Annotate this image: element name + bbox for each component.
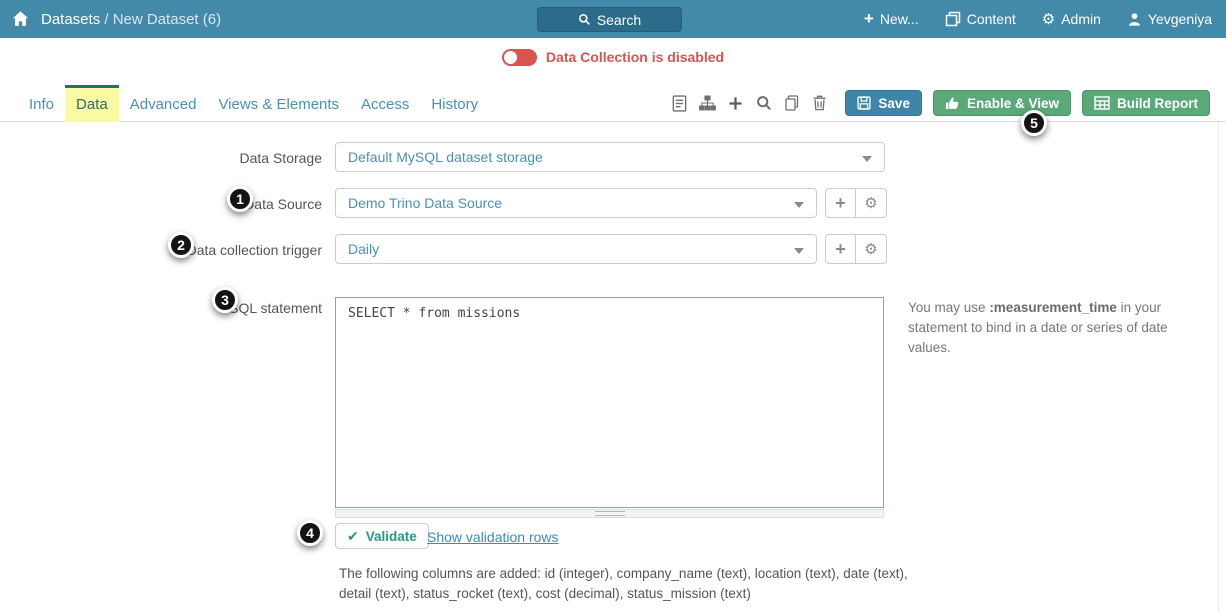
data-collection-status: Data Collection is disabled [546,49,724,65]
add-icon[interactable] [727,95,744,112]
breadcrumb-current: / New Dataset (6) [100,11,221,28]
save-label: Save [878,96,910,111]
breadcrumb[interactable]: Datasets / New Dataset (6) [41,11,221,28]
validate-button[interactable]: ✔ Validate [335,523,429,549]
hint-token: :measurement_time [989,300,1117,315]
scroll-edge [1218,122,1219,612]
sitemap-icon[interactable] [699,95,716,112]
new-label: New... [880,11,919,27]
build-report-label: Build Report [1117,96,1198,111]
sql-label: SQL statement [80,300,322,316]
trigger-label: Data collection trigger [80,242,322,258]
trigger-select[interactable]: Daily [335,234,817,264]
breadcrumb-section[interactable]: Datasets [41,11,100,28]
zoom-icon[interactable] [755,95,772,112]
plus-icon: + [864,12,874,26]
data-source-value: Demo Trino Data Source [348,195,502,211]
tab-access[interactable]: Access [350,86,420,122]
tab-info[interactable]: Info [18,86,65,122]
data-storage-select[interactable]: Default MySQL dataset storage [335,142,885,172]
new-menu[interactable]: + New... [864,11,919,27]
configure-trigger-button[interactable]: ⚙ [856,234,887,264]
content-menu[interactable]: Content [945,11,1016,27]
sql-statement-input[interactable]: SELECT * from missions [335,297,884,508]
gear-icon: ⚙ [864,242,877,257]
chevron-down-icon [794,202,804,208]
chevron-down-icon [862,156,872,162]
search-button[interactable]: Search [537,7,682,32]
enable-view-button[interactable]: Enable & View [933,90,1071,116]
annotation-badge-2: 2 [168,232,194,258]
annotation-badge-3: 3 [212,287,238,313]
configure-data-source-button[interactable]: ⚙ [856,188,887,218]
search-label: Search [597,12,641,28]
trigger-actions: + ⚙ [825,234,887,264]
tab-views-elements[interactable]: Views & Elements [207,86,350,122]
admin-menu[interactable]: ⚙ Admin [1042,11,1101,27]
content-label: Content [967,11,1016,27]
show-validation-rows-link[interactable]: Show validation rows [427,529,559,545]
data-collection-banner: Data Collection is disabled [0,38,1226,76]
gear-icon: ⚙ [864,196,877,211]
floppy-icon [857,96,871,110]
toggle-knob [504,51,517,64]
build-report-button[interactable]: Build Report [1082,90,1210,116]
validate-label: Validate [366,529,417,544]
tab-advanced[interactable]: Advanced [119,86,208,122]
tab-history[interactable]: History [420,86,489,122]
chevron-down-icon [794,248,804,254]
trash-icon[interactable] [811,95,828,112]
save-button[interactable]: Save [845,90,922,116]
plus-icon: + [835,195,846,211]
check-icon: ✔ [347,529,359,543]
home-icon[interactable] [12,11,29,28]
data-source-label: Data Source [80,196,322,212]
annotation-badge-1: 1 [227,186,253,212]
tab-data[interactable]: Data [65,85,119,122]
trigger-value: Daily [348,241,379,257]
sql-horizontal-scrollbar[interactable] [335,509,884,518]
data-collection-toggle[interactable] [502,49,537,66]
resize-handle[interactable] [595,511,625,516]
page: Datasets / New Dataset (6) Search + New.… [0,0,1226,612]
plus-icon: + [835,241,846,257]
content-icon [945,11,961,27]
report-table-icon [1094,96,1110,110]
search-icon [578,13,591,26]
hint-text: You may use [908,300,989,315]
user-icon [1127,12,1142,27]
data-source-actions: + ⚙ [825,188,887,218]
gear-icon: ⚙ [1042,12,1055,27]
admin-label: Admin [1061,11,1101,27]
enable-view-label: Enable & View [967,96,1059,111]
document-icon[interactable] [671,95,688,112]
annotation-badge-5: 5 [1021,110,1047,136]
top-navbar: Datasets / New Dataset (6) Search + New.… [0,0,1226,38]
annotation-badge-4: 4 [297,520,323,546]
measurement-time-hint: You may use :measurement_time in your st… [908,298,1188,358]
add-trigger-button[interactable]: + [825,234,856,264]
add-data-source-button[interactable]: + [825,188,856,218]
data-source-select[interactable]: Demo Trino Data Source [335,188,817,218]
user-label: Yevgeniya [1148,11,1212,27]
thumbs-up-icon [945,96,960,111]
columns-added-note: The following columns are added: id (int… [339,564,934,604]
data-storage-label: Data Storage [80,150,322,166]
copy-icon[interactable] [783,95,800,112]
user-menu[interactable]: Yevgeniya [1127,11,1212,27]
data-storage-value: Default MySQL dataset storage [348,149,543,165]
